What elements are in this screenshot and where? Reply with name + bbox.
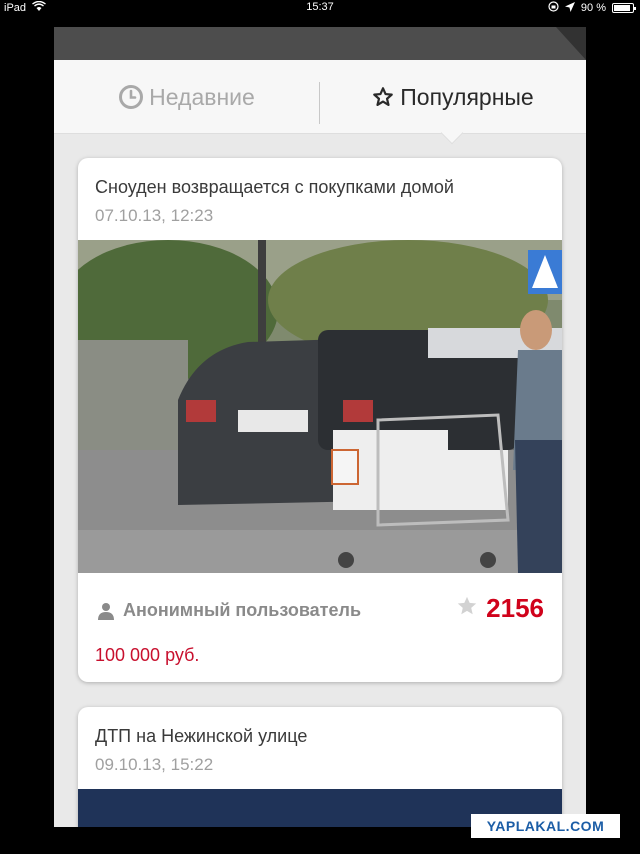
tab-popular-label: Популярные [400,83,534,110]
post-photo[interactable] [78,240,562,573]
star-icon[interactable] [456,595,478,622]
top-bar [54,27,586,60]
author-name: Анонимный пользователь [123,600,362,620]
tab-bar: Недавние Популярные [54,60,586,134]
location-arrow-icon [564,1,575,15]
user-icon [97,602,115,620]
status-time: 15:37 [306,1,334,13]
tab-recent-label: Недавние [149,83,255,110]
site-watermark: YAPLAKAL.COM [471,814,620,838]
post-meta: Анонимный пользователь 2156 100 000 руб. [78,573,562,682]
clock-icon [119,85,144,109]
post-card[interactable]: ДТП на Нежинской улице 09.10.13, 15:22 [78,707,562,827]
post-date: 07.10.13, 12:23 [95,206,214,225]
post-title[interactable]: Сноуден возвращается с покупками домой [95,177,454,198]
battery-percent: 90 % [580,2,606,14]
tab-recent[interactable]: Недавние [54,60,320,134]
post-price: 100 000 руб. [95,645,200,665]
status-bar: iPad 15:37 90 % [0,0,640,16]
star-outline-icon [372,86,394,108]
post-card[interactable]: Сноуден возвращается с покупками домой 0… [78,158,562,682]
rating-value: 2156 [486,593,544,623]
post-date: 09.10.13, 15:22 [95,755,214,774]
post-title[interactable]: ДТП на Нежинской улице [95,726,307,747]
app-window: Недавние Популярные Сноуден возвращается… [54,27,586,827]
battery-icon [612,3,636,13]
rotation-lock-icon [548,1,559,15]
post-author[interactable]: Анонимный пользователь [97,600,361,621]
post-rating[interactable]: 2156 [456,593,544,624]
